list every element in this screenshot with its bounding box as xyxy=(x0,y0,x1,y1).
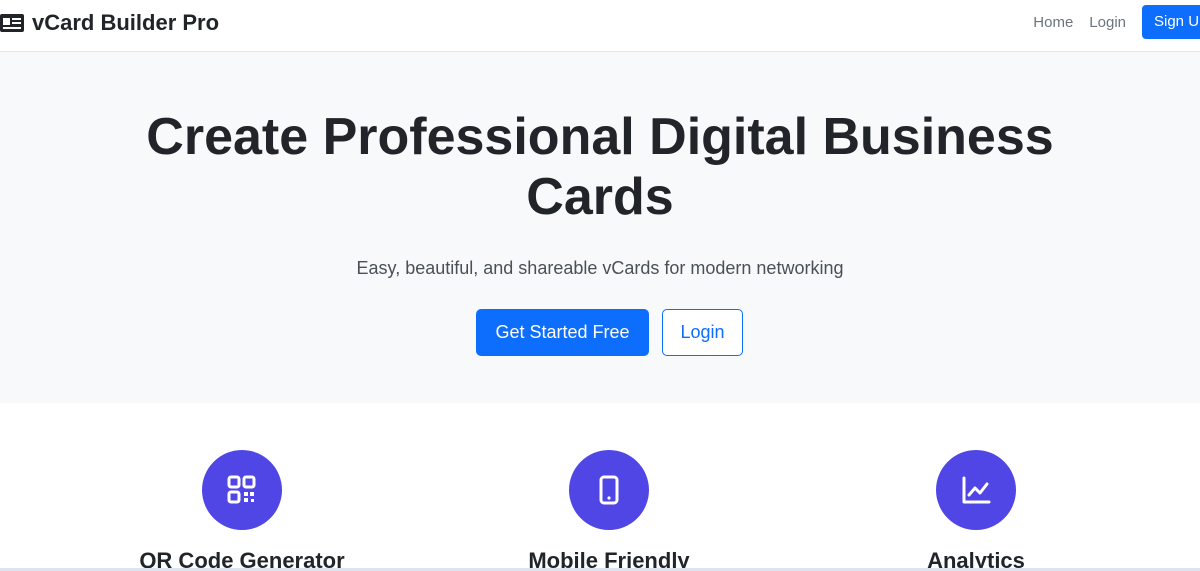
hero-section: Create Professional Digital Business Car… xyxy=(0,53,1200,403)
brand-link[interactable]: vCard Builder Pro xyxy=(0,8,219,38)
qr-code-icon xyxy=(227,475,256,504)
line-chart-icon xyxy=(962,476,991,504)
signup-button[interactable]: Sign U xyxy=(1142,5,1200,39)
feature-analytics: Analytics xyxy=(846,450,1106,571)
feature-icon-circle xyxy=(202,450,282,530)
feature-icon-circle xyxy=(569,450,649,530)
feature-icon-circle xyxy=(936,450,1016,530)
hero-buttons: Get Started Free Login xyxy=(476,309,743,356)
mobile-phone-icon xyxy=(599,475,619,505)
feature-qr-code: QR Code Generator xyxy=(112,450,372,571)
id-card-icon xyxy=(0,14,24,32)
navbar: vCard Builder Pro Home Login Sign U xyxy=(0,0,1200,52)
nav-link-home[interactable]: Home xyxy=(1033,14,1073,31)
feature-mobile: Mobile Friendly xyxy=(479,450,739,571)
nav-links: Home Login Sign U xyxy=(1033,5,1200,39)
nav-link-login[interactable]: Login xyxy=(1089,14,1126,31)
brand-name: vCard Builder Pro xyxy=(32,10,220,35)
hero-title: Create Professional Digital Business Car… xyxy=(146,108,1054,226)
hero-login-button[interactable]: Login xyxy=(662,309,743,356)
hero-subtitle: Easy, beautiful, and shareable vCards fo… xyxy=(356,258,844,278)
get-started-button[interactable]: Get Started Free xyxy=(476,309,649,356)
